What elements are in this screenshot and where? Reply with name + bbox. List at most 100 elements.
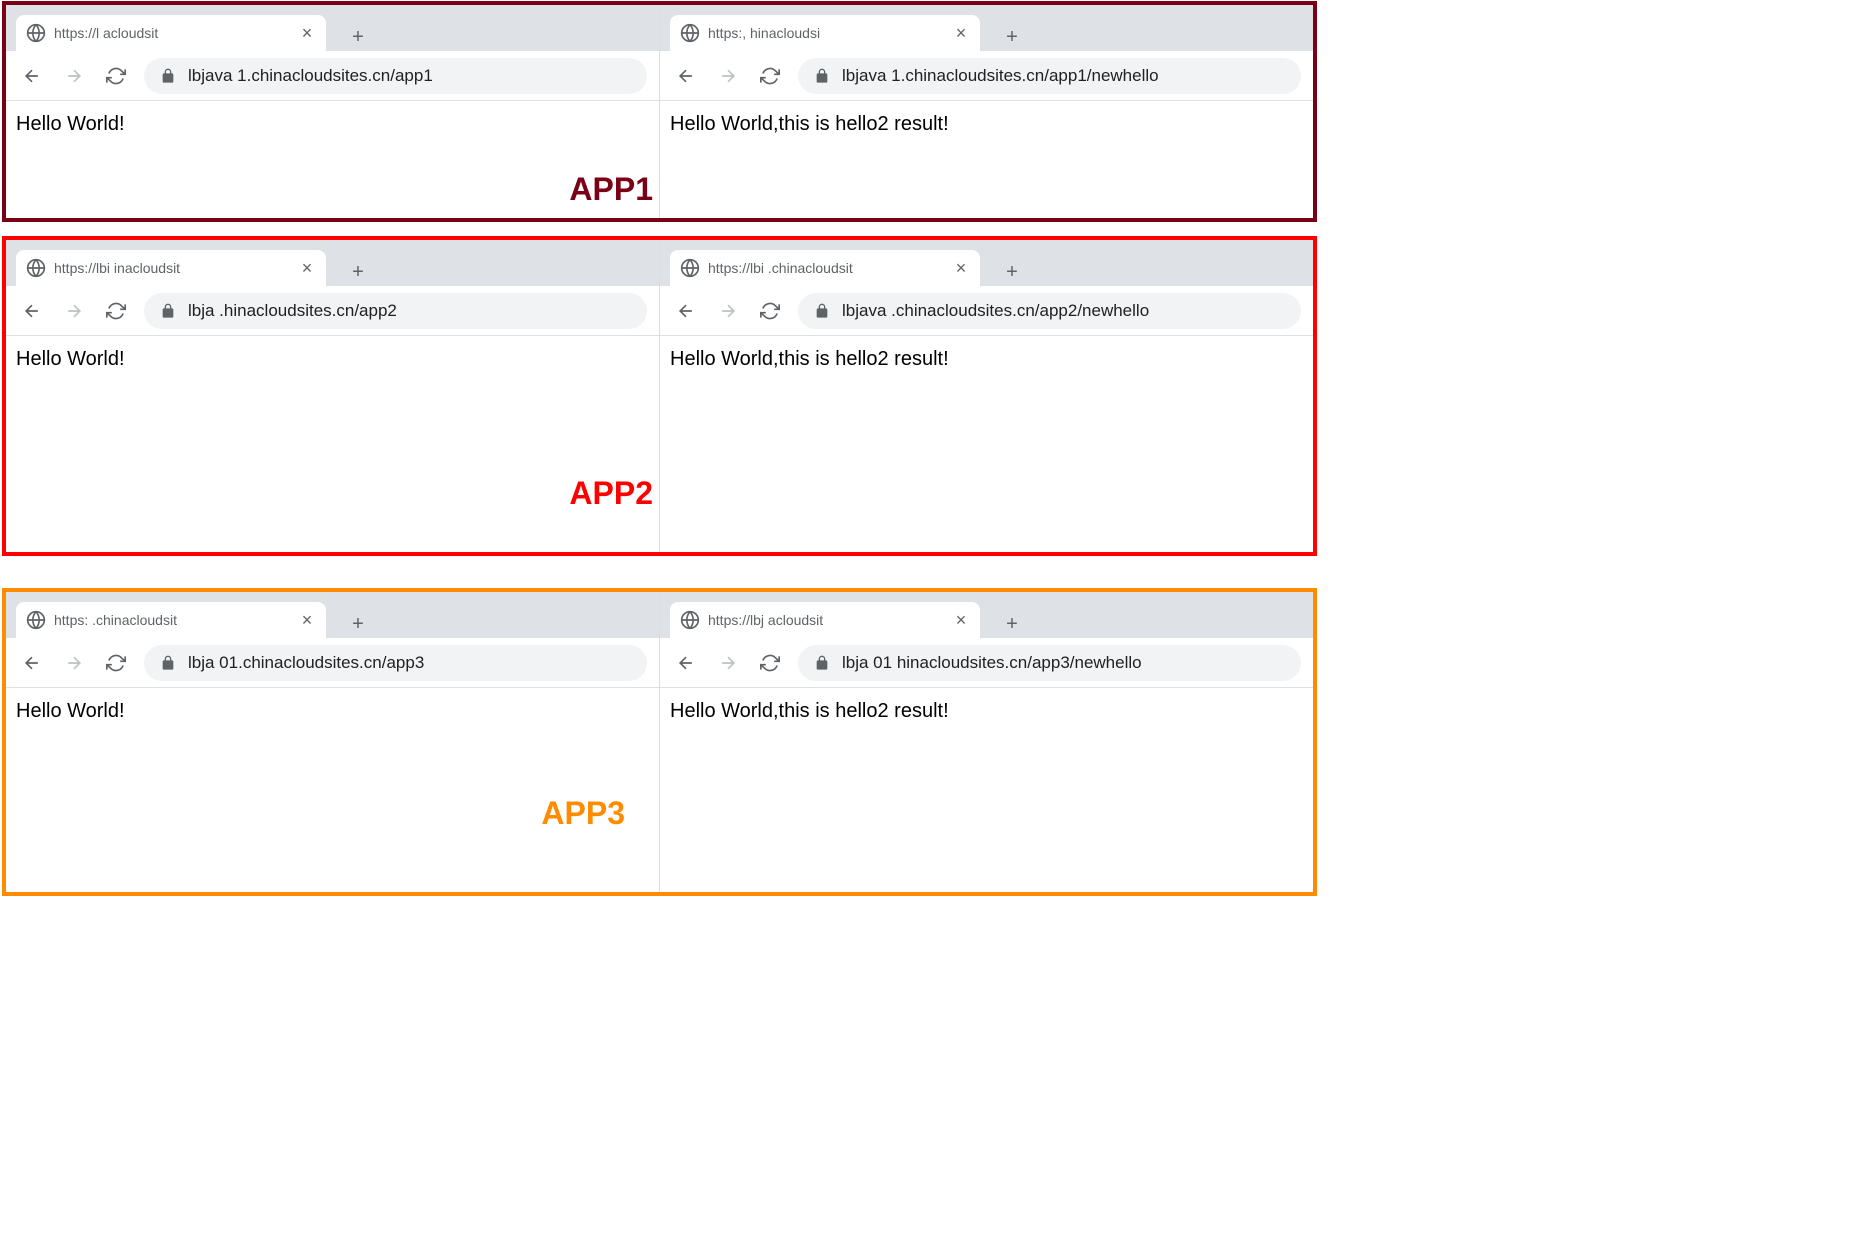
back-button[interactable] [672, 649, 700, 677]
lock-icon [814, 68, 830, 84]
browser-tab[interactable]: https://lbi .chinacloudsit × [670, 250, 980, 286]
address-bar: lbja 01 hinacloudsites.cn/app3/newhello [660, 638, 1313, 688]
tab-bar: https://lbi .chinacloudsit × + [660, 240, 1313, 286]
tab-bar: https://lbi inacloudsit × + [6, 240, 659, 286]
back-button[interactable] [672, 62, 700, 90]
page-text: Hello World! [16, 348, 125, 370]
back-button[interactable] [18, 649, 46, 677]
tab-title: https://lbi inacloudsit [54, 260, 290, 276]
page-text: Hello World,this is hello2 result! [670, 113, 949, 135]
lock-icon [814, 655, 830, 671]
url-field[interactable]: lbjava 1.chinacloudsites.cn/app1 [144, 58, 647, 94]
address-bar: lbja .hinacloudsites.cn/app2 [6, 286, 659, 336]
page-content: Hello World,this is hello2 result! [660, 688, 1313, 892]
close-icon[interactable]: × [952, 258, 970, 279]
new-tab-button[interactable]: + [998, 610, 1026, 638]
reload-button[interactable] [756, 649, 784, 677]
back-button[interactable] [18, 297, 46, 325]
close-icon[interactable]: × [952, 610, 970, 631]
tab-bar: https://l acloudsit × + [6, 5, 659, 51]
app3-group: https: .chinacloudsit × + lbja 01.chinac… [2, 588, 1317, 896]
page-content: Hello World! APP2 [6, 336, 659, 552]
browser-window: https://lbj acloudsit × + lbja 01 hinacl… [660, 592, 1313, 892]
url-text: lbja 01 hinacloudsites.cn/app3/newhello [842, 653, 1285, 673]
page-text: Hello World! [16, 113, 125, 135]
tab-title: https://lbi .chinacloudsit [708, 260, 944, 276]
page-content: Hello World! APP3 [6, 688, 659, 892]
url-text: lbjava .chinacloudsites.cn/app2/newhello [842, 301, 1285, 321]
globe-icon [680, 258, 700, 278]
reload-button[interactable] [102, 297, 130, 325]
browser-tab[interactable]: https://l acloudsit × [16, 15, 326, 51]
app2-group: https://lbi inacloudsit × + lbja .hinacl… [2, 236, 1317, 556]
globe-icon [680, 23, 700, 43]
app-label: APP3 [541, 795, 625, 832]
url-text: lbjava 1.chinacloudsites.cn/app1/newhell… [842, 66, 1285, 86]
reload-button[interactable] [756, 62, 784, 90]
tab-title: https://l acloudsit [54, 25, 290, 41]
new-tab-button[interactable]: + [344, 610, 372, 638]
close-icon[interactable]: × [298, 23, 316, 44]
browser-window: https: .chinacloudsit × + lbja 01.chinac… [6, 592, 660, 892]
reload-button[interactable] [102, 62, 130, 90]
reload-button[interactable] [756, 297, 784, 325]
address-bar: lbjava 1.chinacloudsites.cn/app1/newhell… [660, 51, 1313, 101]
lock-icon [160, 68, 176, 84]
tab-title: https: .chinacloudsit [54, 612, 290, 628]
browser-window: https://lbi .chinacloudsit × + lbjava .c… [660, 240, 1313, 552]
globe-icon [680, 610, 700, 630]
new-tab-button[interactable]: + [344, 258, 372, 286]
globe-icon [26, 23, 46, 43]
page-text: Hello World,this is hello2 result! [670, 700, 949, 722]
tab-title: https:, hinacloudsi [708, 25, 944, 41]
browser-tab[interactable]: https://lbi inacloudsit × [16, 250, 326, 286]
address-bar: lbjava 1.chinacloudsites.cn/app1 [6, 51, 659, 101]
globe-icon [26, 610, 46, 630]
reload-button[interactable] [102, 649, 130, 677]
url-text: lbja .hinacloudsites.cn/app2 [188, 301, 631, 321]
tab-bar: https:, hinacloudsi × + [660, 5, 1313, 51]
app1-group: https://l acloudsit × + lbjava 1.chinacl… [2, 1, 1317, 222]
forward-button[interactable] [714, 62, 742, 90]
globe-icon [26, 258, 46, 278]
url-field[interactable]: lbjava 1.chinacloudsites.cn/app1/newhell… [798, 58, 1301, 94]
page-content: Hello World,this is hello2 result! [660, 336, 1313, 552]
url-field[interactable]: lbjava .chinacloudsites.cn/app2/newhello [798, 293, 1301, 329]
new-tab-button[interactable]: + [344, 23, 372, 51]
address-bar: lbja 01.chinacloudsites.cn/app3 [6, 638, 659, 688]
tab-bar: https://lbj acloudsit × + [660, 592, 1313, 638]
url-field[interactable]: lbja 01 hinacloudsites.cn/app3/newhello [798, 645, 1301, 681]
tab-bar: https: .chinacloudsit × + [6, 592, 659, 638]
new-tab-button[interactable]: + [998, 23, 1026, 51]
close-icon[interactable]: × [952, 23, 970, 44]
page-text: Hello World,this is hello2 result! [670, 348, 949, 370]
browser-window: https://lbi inacloudsit × + lbja .hinacl… [6, 240, 660, 552]
lock-icon [160, 655, 176, 671]
page-content: Hello World! APP1 [6, 101, 659, 218]
url-text: lbja 01.chinacloudsites.cn/app3 [188, 653, 631, 673]
browser-tab[interactable]: https://lbj acloudsit × [670, 602, 980, 638]
page-content: Hello World,this is hello2 result! [660, 101, 1313, 218]
forward-button[interactable] [60, 649, 88, 677]
browser-window: https://l acloudsit × + lbjava 1.chinacl… [6, 5, 660, 218]
forward-button[interactable] [60, 297, 88, 325]
tab-title: https://lbj acloudsit [708, 612, 944, 628]
lock-icon [160, 303, 176, 319]
browser-window: https:, hinacloudsi × + lbjava 1.chinacl… [660, 5, 1313, 218]
back-button[interactable] [18, 62, 46, 90]
forward-button[interactable] [60, 62, 88, 90]
back-button[interactable] [672, 297, 700, 325]
url-field[interactable]: lbja 01.chinacloudsites.cn/app3 [144, 645, 647, 681]
url-field[interactable]: lbja .hinacloudsites.cn/app2 [144, 293, 647, 329]
browser-tab[interactable]: https: .chinacloudsit × [16, 602, 326, 638]
forward-button[interactable] [714, 297, 742, 325]
close-icon[interactable]: × [298, 258, 316, 279]
close-icon[interactable]: × [298, 610, 316, 631]
forward-button[interactable] [714, 649, 742, 677]
url-text: lbjava 1.chinacloudsites.cn/app1 [188, 66, 631, 86]
page-text: Hello World! [16, 700, 125, 722]
address-bar: lbjava .chinacloudsites.cn/app2/newhello [660, 286, 1313, 336]
new-tab-button[interactable]: + [998, 258, 1026, 286]
browser-tab[interactable]: https:, hinacloudsi × [670, 15, 980, 51]
app-label: APP2 [569, 475, 653, 512]
